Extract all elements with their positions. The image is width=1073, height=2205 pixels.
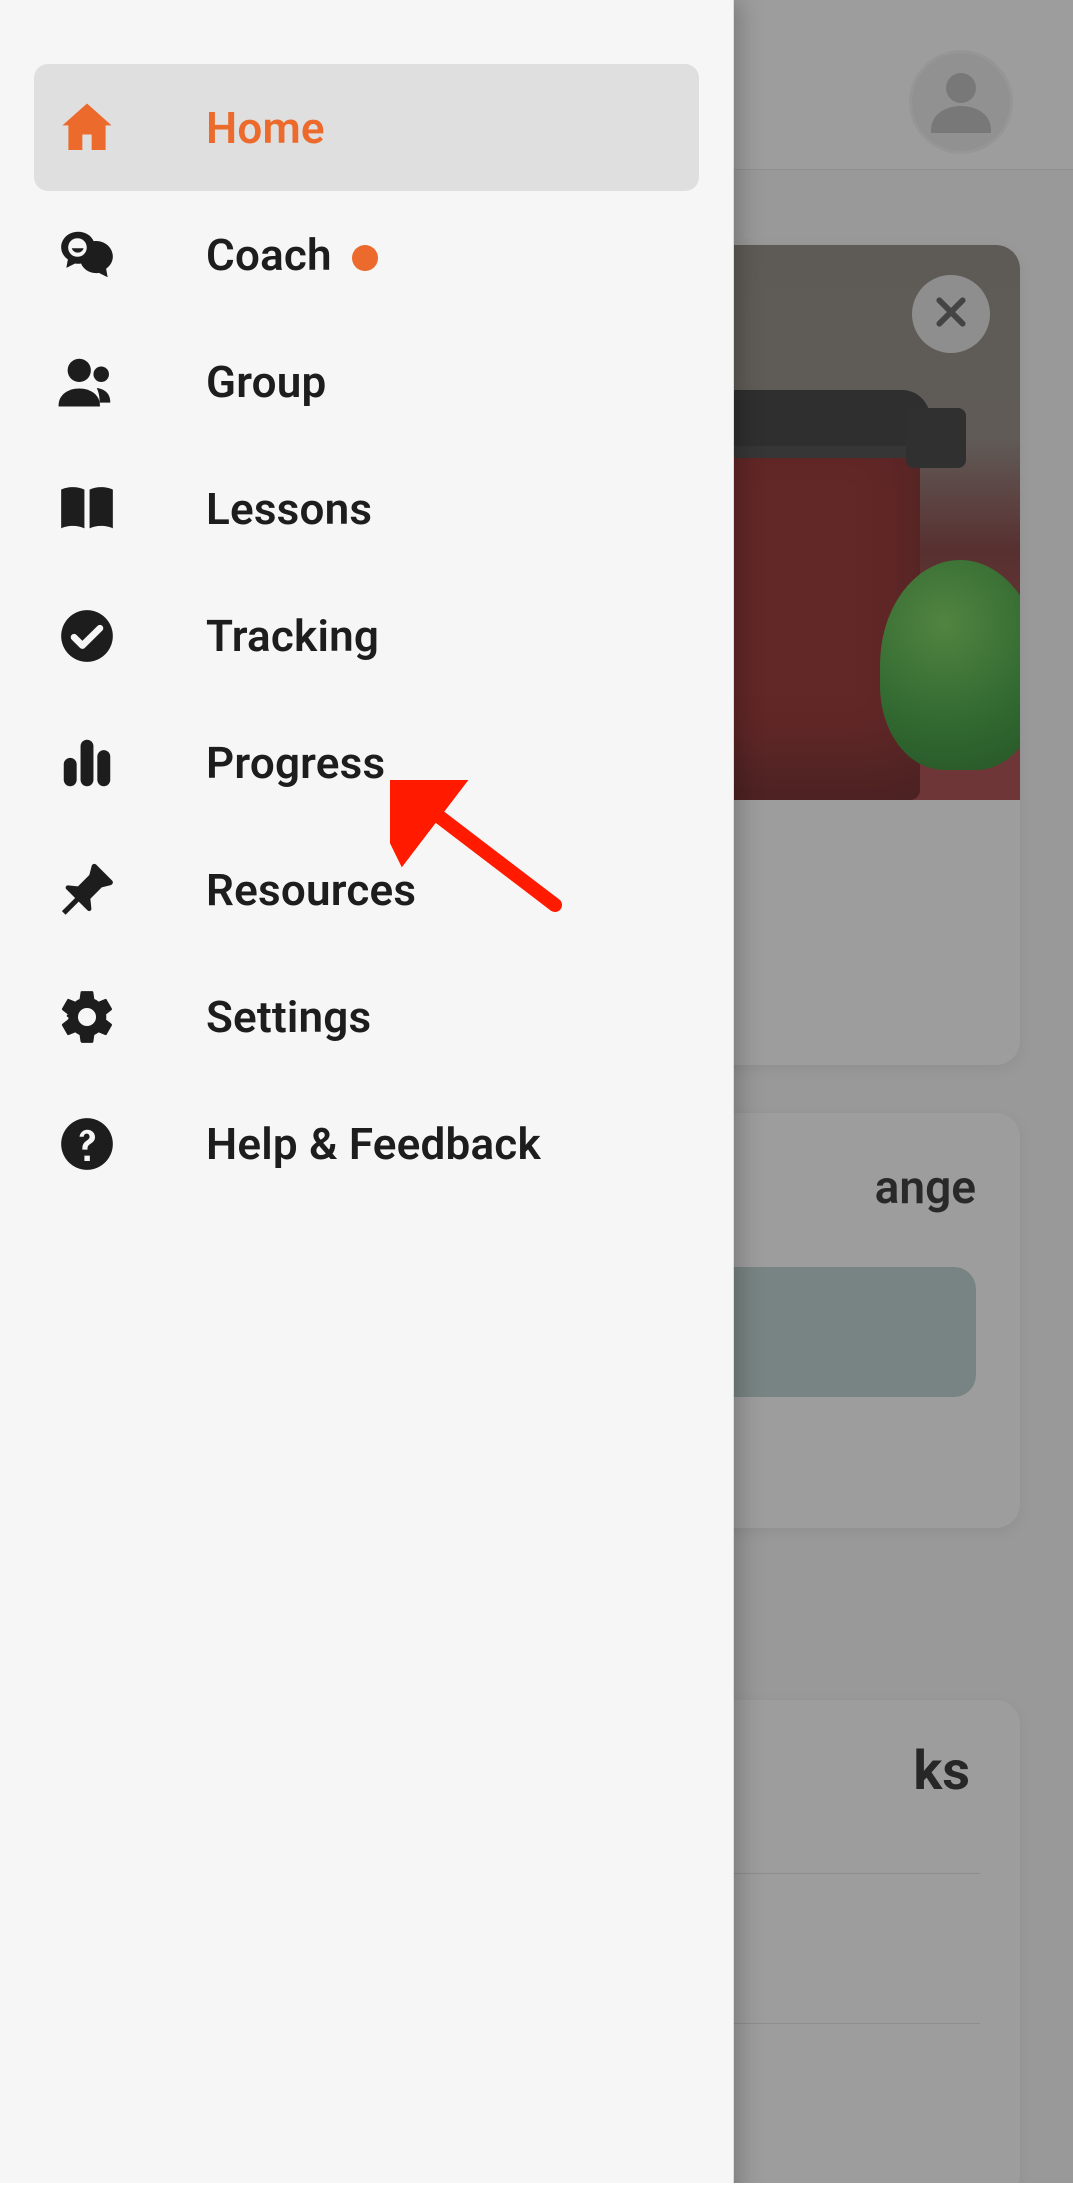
nav-label: Settings <box>206 991 371 1043</box>
gear-icon <box>56 986 118 1048</box>
navigation-drawer: Home Coach Group Lessons <box>0 0 734 2205</box>
nav-item-tracking[interactable]: Tracking <box>34 572 699 699</box>
pin-icon <box>56 859 118 921</box>
chat-icon <box>56 224 118 286</box>
nav-label: Home <box>206 102 325 154</box>
book-icon <box>56 478 118 540</box>
home-icon <box>56 97 118 159</box>
nav-label: Resources <box>206 864 416 916</box>
nav-label: Coach <box>206 229 378 281</box>
help-icon <box>56 1113 118 1175</box>
nav-label: Group <box>206 356 326 408</box>
nav-item-coach[interactable]: Coach <box>34 191 699 318</box>
nav-item-settings[interactable]: Settings <box>34 953 699 1080</box>
nav-list: Home Coach Group Lessons <box>0 0 733 1271</box>
nav-label: Progress <box>206 737 385 789</box>
nav-item-group[interactable]: Group <box>34 318 699 445</box>
bottom-edge <box>0 2183 1073 2205</box>
nav-item-lessons[interactable]: Lessons <box>34 445 699 572</box>
nav-item-home[interactable]: Home <box>34 64 699 191</box>
bars-icon <box>56 732 118 794</box>
nav-label: Help & Feedback <box>206 1118 541 1170</box>
check-icon <box>56 605 118 667</box>
nav-label: Lessons <box>206 483 372 535</box>
nav-item-progress[interactable]: Progress <box>34 699 699 826</box>
nav-label: Tracking <box>206 610 379 662</box>
group-icon <box>56 351 118 413</box>
notification-dot <box>352 245 378 271</box>
nav-item-help-feedback[interactable]: Help & Feedback <box>34 1080 699 1207</box>
nav-item-resources[interactable]: Resources <box>34 826 699 953</box>
